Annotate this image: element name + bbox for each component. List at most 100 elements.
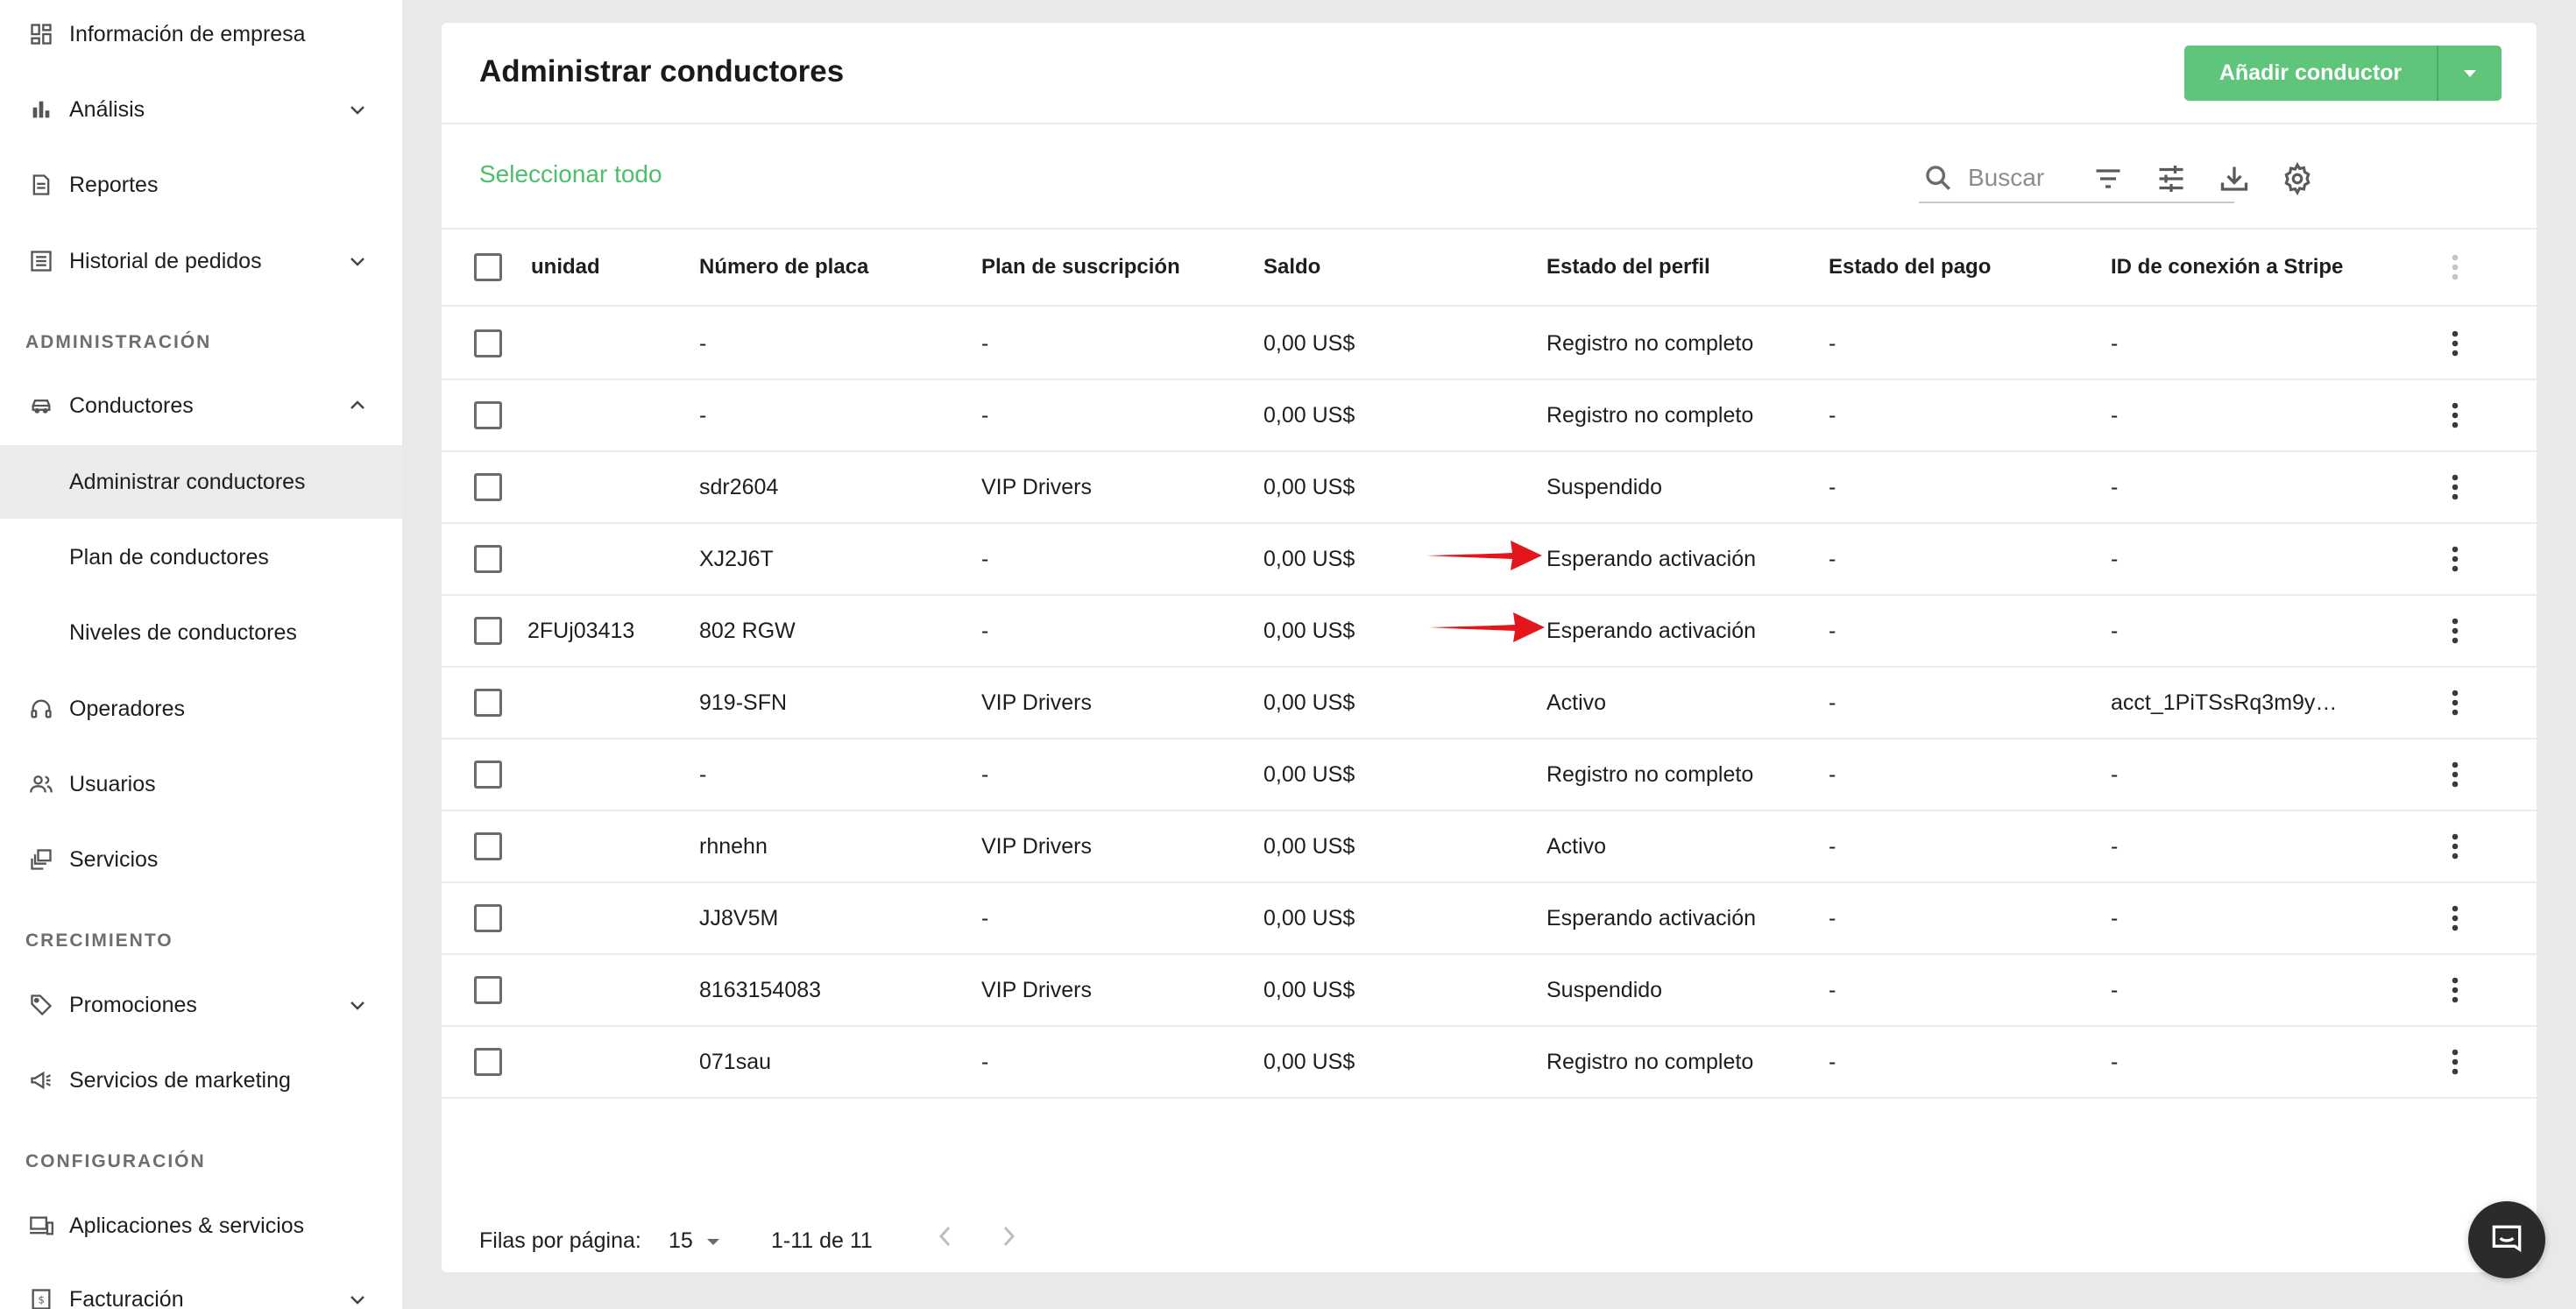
row-checkbox[interactable]: [474, 904, 502, 932]
row-actions-button[interactable]: [2439, 896, 2471, 940]
next-page-button[interactable]: [991, 1214, 1026, 1258]
chevron-right-icon: [1003, 1226, 1016, 1247]
column-header-payment-status[interactable]: Estado del pago: [1829, 230, 1991, 305]
sidebar-item-operators[interactable]: Operadores: [0, 672, 402, 746]
row-actions-button[interactable]: [2439, 824, 2471, 868]
row-checkbox[interactable]: [474, 761, 502, 789]
section-title-config: CONFIGURACIÓN: [25, 1151, 206, 1171]
row-actions-button[interactable]: [2439, 393, 2471, 437]
row-checkbox[interactable]: [474, 545, 502, 573]
sidebar-item-label: Operadores: [69, 696, 186, 721]
sidebar-item-label: Historial de pedidos: [69, 248, 262, 273]
cell-payment-status: -: [1829, 618, 1836, 643]
table-row[interactable]: 8163154083 VIP Drivers 0,00 US$ Suspendido -…: [442, 955, 2537, 1027]
document-icon: [26, 170, 56, 200]
cell-balance: 0,00 US$: [1263, 402, 1355, 428]
adjust-columns-button[interactable]: [2149, 157, 2193, 201]
sidebar-item-drivers[interactable]: Conductores: [0, 369, 402, 442]
row-checkbox[interactable]: [474, 1048, 502, 1076]
chevron-down-icon[interactable]: [343, 991, 372, 1019]
sidebar-item-manage-drivers[interactable]: Administrar conductores: [0, 445, 402, 519]
column-header-plan[interactable]: Plan de suscripción: [981, 230, 1180, 305]
devices-icon: [26, 1211, 56, 1241]
filter-button[interactable]: [2086, 157, 2130, 201]
chevron-up-icon[interactable]: [343, 392, 372, 420]
more-vertical-icon: [2452, 690, 2459, 716]
row-checkbox[interactable]: [474, 401, 502, 429]
chevron-down-icon[interactable]: [343, 96, 372, 124]
sidebar-item-label: Aplicaciones & servicios: [69, 1213, 305, 1238]
table-row[interactable]: - - 0,00 US$ Registro no completo - -: [442, 380, 2537, 452]
chat-launcher-button[interactable]: [2468, 1201, 2545, 1278]
table-row[interactable]: rhnehn VIP Drivers 0,00 US$ Activo - -: [442, 811, 2537, 883]
add-driver-dropdown-button[interactable]: [2437, 46, 2502, 101]
column-header-balance[interactable]: Saldo: [1263, 230, 1320, 305]
row-actions-button[interactable]: [2439, 609, 2471, 653]
row-checkbox[interactable]: [474, 329, 502, 357]
cell-plan: -: [981, 618, 989, 643]
row-actions-button[interactable]: [2439, 753, 2471, 796]
row-checkbox[interactable]: [474, 832, 502, 860]
table-row[interactable]: - - 0,00 US$ Registro no completo - -: [442, 739, 2537, 811]
caret-down-icon: [2464, 69, 2476, 77]
sidebar-item-drivers-plan[interactable]: Plan de conductores: [0, 520, 402, 594]
sidebar-item-label: Reportes: [69, 172, 159, 197]
cell-plate: -: [699, 402, 707, 428]
annotation-arrow: [1429, 612, 1545, 642]
cell-payment-status: -: [1829, 833, 1836, 859]
sidebar-item-company-info[interactable]: Información de empresa: [0, 0, 402, 71]
rows-per-page-select[interactable]: 15: [669, 1228, 721, 1254]
cell-payment-status: -: [1829, 905, 1836, 930]
row-actions-button[interactable]: [2439, 465, 2471, 509]
table-row[interactable]: - - 0,00 US$ Registro no completo - -: [442, 308, 2537, 380]
row-actions-button[interactable]: [2439, 681, 2471, 725]
sidebar-item-marketing[interactable]: Servicios de marketing: [0, 1044, 402, 1117]
download-button[interactable]: [2212, 157, 2256, 201]
sidebar-item-services[interactable]: Servicios: [0, 823, 402, 896]
table-row[interactable]: 919-SFN VIP Drivers 0,00 US$ Activo - acct_1P…: [442, 668, 2537, 739]
row-checkbox[interactable]: [474, 689, 502, 717]
sidebar-item-users[interactable]: Usuarios: [0, 747, 402, 821]
column-header-profile-status[interactable]: Estado del perfil: [1546, 230, 1710, 305]
column-header-stripe-id[interactable]: ID de conexión a Stripe: [2111, 230, 2343, 305]
row-actions-button[interactable]: [2439, 322, 2471, 365]
sidebar-item-analysis[interactable]: Análisis: [0, 73, 402, 146]
row-checkbox[interactable]: [474, 617, 502, 645]
chevron-down-icon[interactable]: [343, 247, 372, 275]
table-row[interactable]: sdr2604 VIP Drivers 0,00 US$ Suspendido - -: [442, 452, 2537, 524]
sidebar-item-promotions[interactable]: Promociones: [0, 968, 402, 1042]
sidebar-item-billing[interactable]: $ Facturación: [0, 1263, 402, 1309]
table-row[interactable]: JJ8V5M - 0,00 US$ Esperando activación - -: [442, 883, 2537, 955]
cell-payment-status: -: [1829, 474, 1836, 499]
more-vertical-icon: [2452, 330, 2459, 357]
column-header-unit[interactable]: unidad: [531, 230, 600, 305]
row-actions-button[interactable]: [2439, 968, 2471, 1012]
select-all-checkbox[interactable]: [474, 253, 502, 281]
select-all-link[interactable]: Seleccionar todo: [479, 160, 662, 188]
column-header-plate[interactable]: Número de placa: [699, 230, 868, 305]
pagination-range: 1-11 de 11: [771, 1228, 873, 1253]
sidebar-item-reports[interactable]: Reportes: [0, 148, 402, 222]
dashboard-grid-icon: [26, 19, 56, 49]
table-row[interactable]: 071sau - 0,00 US$ Registro no completo - -: [442, 1027, 2537, 1099]
chevron-down-icon[interactable]: [343, 1285, 372, 1309]
column-options-button[interactable]: [2439, 245, 2471, 289]
previous-page-button[interactable]: [928, 1214, 963, 1258]
cell-payment-status: -: [1829, 977, 1836, 1002]
sidebar: Información de empresa Análisis Reportes…: [0, 0, 402, 1309]
services-stack-icon: [26, 845, 56, 874]
row-checkbox[interactable]: [474, 473, 502, 501]
cell-balance: 0,00 US$: [1263, 618, 1355, 643]
sidebar-item-label: Información de empresa: [69, 21, 306, 46]
row-checkbox[interactable]: [474, 976, 502, 1004]
sidebar-item-order-history[interactable]: Historial de pedidos: [0, 224, 402, 298]
settings-button[interactable]: [2275, 157, 2319, 201]
row-actions-button[interactable]: [2439, 1040, 2471, 1084]
chevron-left-icon: [938, 1226, 951, 1247]
row-actions-button[interactable]: [2439, 537, 2471, 581]
sidebar-item-apps[interactable]: Aplicaciones & servicios: [0, 1189, 402, 1263]
sidebar-item-drivers-levels[interactable]: Niveles de conductores: [0, 596, 402, 669]
cell-stripe-id: -: [2111, 977, 2119, 1002]
cell-payment-status: -: [1829, 330, 1836, 356]
add-driver-button[interactable]: Añadir conductor: [2184, 46, 2437, 101]
